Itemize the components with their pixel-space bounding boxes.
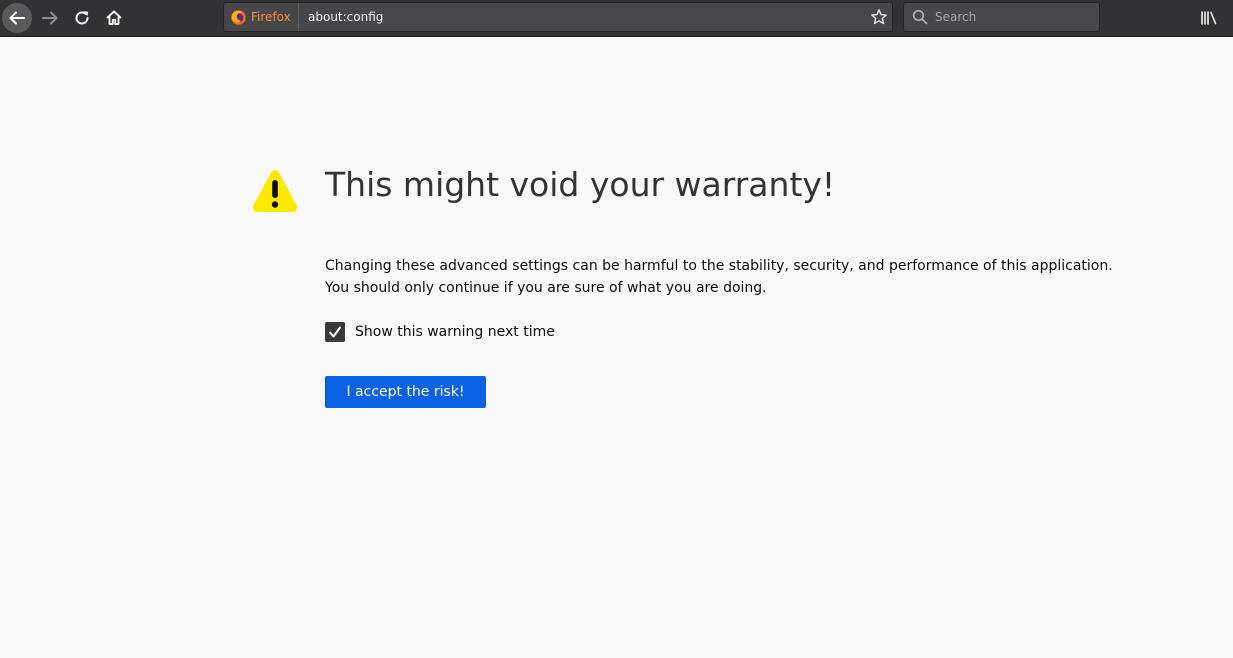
identity-box[interactable]: Firefox [230,3,299,31]
navigation-toolbar: Firefox about:config [0,0,1233,37]
home-button[interactable] [99,3,129,33]
checkmark-icon [329,326,341,338]
identity-label: Firefox [251,10,291,24]
forward-button[interactable] [35,3,65,33]
accept-risk-button[interactable]: I accept the risk! [325,376,486,408]
description-line-1: Changing these advanced settings can be … [325,258,1113,274]
forward-arrow-icon [42,11,58,25]
star-icon[interactable] [870,8,888,26]
description-line-2: You should only continue if you are sure… [325,280,767,296]
show-warning-checkbox-row[interactable]: Show this warning next time [325,321,555,343]
url-bar[interactable]: Firefox about:config [223,2,893,32]
library-icon[interactable] [1196,5,1222,31]
show-warning-label[interactable]: Show this warning next time [355,324,555,340]
page-title: This might void your warranty! [325,165,836,204]
search-icon [912,9,928,25]
search-bar[interactable] [903,2,1100,32]
page-content: This might void your warranty! Changing … [0,37,1233,658]
url-text[interactable]: about:config [308,3,383,31]
reload-icon [75,11,89,25]
reload-button[interactable] [67,3,97,33]
show-warning-checkbox[interactable] [325,322,345,342]
search-input[interactable] [935,3,1085,31]
warning-icon [252,170,298,212]
firefox-logo-icon [231,9,246,25]
back-arrow-icon [9,11,25,25]
home-icon [106,10,122,25]
warning-description: Changing these advanced settings can be … [325,255,1115,299]
back-button[interactable] [2,3,32,33]
